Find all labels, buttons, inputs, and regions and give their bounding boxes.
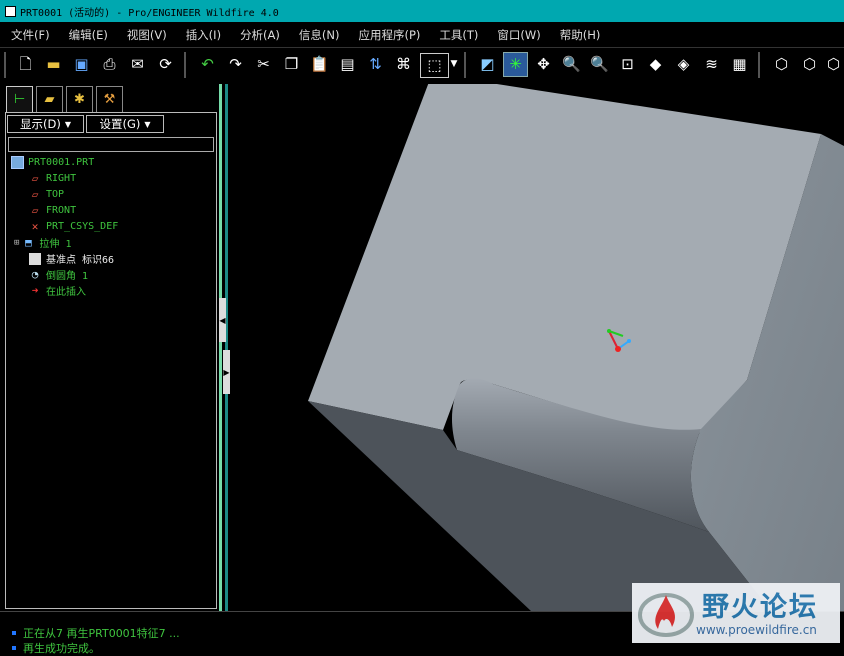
tree-item-csys[interactable]: ✕ PRT_CSYS_DEF bbox=[28, 219, 119, 234]
reorient-icon[interactable]: ◆ bbox=[644, 53, 667, 76]
app-window-icon[interactable] bbox=[5, 5, 16, 17]
menu-window[interactable]: 窗口(W) bbox=[486, 27, 548, 43]
menu-info[interactable]: 信息(N) bbox=[288, 27, 348, 43]
tree-item-label: TOP bbox=[46, 189, 65, 200]
menu-applications[interactable]: 应用程序(P) bbox=[347, 27, 428, 43]
layers-icon[interactable]: ≋ bbox=[700, 53, 723, 76]
new-file-icon[interactable]: 🗋 bbox=[14, 53, 37, 76]
tree-item-right[interactable]: ▱ RIGHT bbox=[28, 171, 76, 186]
model-3d-view bbox=[308, 84, 844, 611]
menu-help[interactable]: 帮助(H) bbox=[549, 27, 609, 43]
menu-file[interactable]: 文件(F) bbox=[0, 27, 58, 43]
settings-label: 设置(G) bbox=[99, 117, 141, 131]
tree-item-front[interactable]: ▱ FRONT bbox=[28, 203, 76, 218]
watermark-url: www.proewildfire.cn bbox=[696, 623, 817, 637]
regenerate-icon[interactable]: ⇅ bbox=[364, 53, 387, 76]
undo-icon[interactable]: ↶ bbox=[196, 53, 219, 76]
zoom-out-icon[interactable]: 🔍 bbox=[588, 53, 611, 76]
tree-item-round[interactable]: ◔ 倒圆角 1 bbox=[28, 267, 88, 282]
tree-item-part[interactable]: PRT0001.PRT bbox=[10, 155, 94, 170]
window-title: PRT0001 (活动的) - Pro/ENGINEER Wildfire 4.… bbox=[20, 7, 279, 19]
show-dropdown[interactable]: 显示(D) ▼ bbox=[7, 115, 84, 133]
redo-icon[interactable]: ↷ bbox=[224, 53, 247, 76]
tree-item-top[interactable]: ▱ TOP bbox=[28, 187, 64, 202]
graphics-viewport[interactable] bbox=[231, 84, 844, 611]
tree-item-label: FRONT bbox=[46, 205, 77, 216]
tree-item-extrude[interactable]: ⊞ ⬒ 拉伸 1 bbox=[14, 235, 71, 250]
csys-icon: ✕ bbox=[31, 220, 39, 233]
expand-right-icon[interactable]: ▶ bbox=[223, 350, 230, 394]
model-tree-icon[interactable]: ⊢ bbox=[6, 86, 33, 112]
watermark-title: 野火论坛 bbox=[702, 592, 818, 623]
insert-here-icon: ➜ bbox=[31, 284, 39, 297]
datum-plane-icon: ▱ bbox=[31, 188, 39, 201]
print-icon[interactable]: ⎙ bbox=[98, 53, 121, 76]
status-message: 正在从7 再生PRT0001特征7 ... bbox=[12, 625, 180, 641]
menu-edit[interactable]: 编辑(E) bbox=[58, 27, 116, 43]
save-icon[interactable]: ▣ bbox=[70, 53, 93, 76]
status-message: 再生成功完成。 bbox=[12, 640, 100, 656]
send-icon[interactable]: ✉ bbox=[126, 53, 149, 76]
menu-analysis[interactable]: 分析(A) bbox=[229, 27, 288, 43]
menu-bar: 文件(F) 编辑(E) 视图(V) 插入(I) 分析(A) 信息(N) 应用程序… bbox=[0, 22, 844, 48]
model-tree-box: 显示(D) ▼ 设置(G) ▼ PRT0001.PRT ▱ RIGHT ▱ TO… bbox=[5, 112, 217, 609]
tree-item-label: 基准点 标识66 bbox=[46, 255, 115, 266]
panel-splitter[interactable]: ◀ ▶ bbox=[219, 84, 231, 611]
settings-dropdown[interactable]: 设置(G) ▼ bbox=[86, 115, 164, 133]
tree-item-datum-point[interactable]: 基准点 标识66 bbox=[28, 251, 114, 266]
no-hidden-icon[interactable]: ⬡ bbox=[822, 53, 844, 76]
main-toolbar: 🗋 ▬ ▣ ⎙ ✉ ⟳ ↶ ↷ ✂ ❐ 📋 ▤ ⇅ ⌘ ⬚ ▼ ◩ ✳ ✥ 🔍 … bbox=[0, 48, 844, 84]
round-icon: ◔ bbox=[31, 268, 39, 281]
tree-item-label: 在此插入 bbox=[46, 287, 86, 298]
tree-item-label: 倒圆角 1 bbox=[46, 271, 89, 282]
tree-filter-input[interactable] bbox=[8, 137, 214, 152]
repaint-icon[interactable]: ◩ bbox=[476, 53, 499, 76]
regen-icon[interactable]: ⟳ bbox=[154, 53, 177, 76]
status-message-text: 正在从7 再生PRT0001特征7 ... bbox=[23, 627, 180, 640]
open-icon[interactable]: ▬ bbox=[42, 53, 65, 76]
orient-icon[interactable]: ✥ bbox=[532, 53, 555, 76]
chevron-down-icon: ▼ bbox=[144, 119, 151, 129]
navigator-tabs: ⊢ ▰ ✱ ⚒ bbox=[6, 86, 126, 112]
select-dropdown-icon[interactable]: ▼ bbox=[449, 53, 459, 76]
title-bar: PRT0001 (活动的) - Pro/ENGINEER Wildfire 4.… bbox=[0, 0, 844, 22]
tree-item-label: 拉伸 1 bbox=[39, 239, 72, 250]
datum-plane-icon: ▱ bbox=[31, 172, 39, 185]
find-icon[interactable]: ⌘ bbox=[392, 53, 415, 76]
navigator-panel: ⊢ ▰ ✱ ⚒ 显示(D) ▼ 设置(G) ▼ PRT0001.PRT ▱ RI… bbox=[0, 84, 219, 611]
hidden-line-icon[interactable]: ⬡ bbox=[798, 53, 821, 76]
datum-plane-icon: ▱ bbox=[31, 204, 39, 217]
spin-center-icon[interactable]: ✳ bbox=[503, 52, 528, 77]
menu-tools[interactable]: 工具(T) bbox=[428, 27, 486, 43]
wireframe-icon[interactable]: ⬡ bbox=[770, 53, 793, 76]
datum-point-icon bbox=[28, 252, 42, 266]
favorites-icon[interactable]: ✱ bbox=[66, 86, 93, 112]
chevron-down-icon: ▼ bbox=[64, 119, 71, 129]
saved-views-icon[interactable]: ◈ bbox=[672, 53, 695, 76]
menu-insert[interactable]: 插入(I) bbox=[175, 27, 229, 43]
connections-icon[interactable]: ⚒ bbox=[96, 86, 123, 112]
folder-browser-icon[interactable]: ▰ bbox=[36, 86, 63, 112]
view-manager-icon[interactable]: ▦ bbox=[728, 53, 751, 76]
paste-special-icon[interactable]: ▤ bbox=[336, 53, 359, 76]
part-icon bbox=[10, 156, 24, 170]
refit-icon[interactable]: ⊡ bbox=[616, 53, 639, 76]
tree-item-label: PRT_CSYS_DEF bbox=[46, 221, 119, 232]
menu-view[interactable]: 视图(V) bbox=[116, 27, 175, 43]
copy-icon[interactable]: ❐ bbox=[280, 53, 303, 76]
status-message-text: 再生成功完成。 bbox=[23, 642, 100, 655]
cut-icon[interactable]: ✂ bbox=[252, 53, 275, 76]
collapse-left-icon[interactable]: ◀ bbox=[219, 298, 226, 342]
show-label: 显示(D) bbox=[20, 117, 61, 131]
select-box-icon[interactable]: ⬚ bbox=[420, 53, 449, 78]
tree-item-label: PRT0001.PRT bbox=[28, 157, 95, 168]
paste-icon[interactable]: 📋 bbox=[308, 53, 331, 76]
flame-logo-icon bbox=[638, 593, 694, 637]
zoom-in-icon[interactable]: 🔍 bbox=[560, 53, 583, 76]
tree-item-label: RIGHT bbox=[46, 173, 77, 184]
forum-watermark: 野火论坛 www.proewildfire.cn bbox=[632, 583, 840, 643]
extrude-icon: ⬒ bbox=[25, 236, 32, 249]
tree-item-insert-here[interactable]: ➜ 在此插入 bbox=[28, 283, 86, 298]
expand-icon[interactable]: ⊞ bbox=[14, 238, 19, 248]
